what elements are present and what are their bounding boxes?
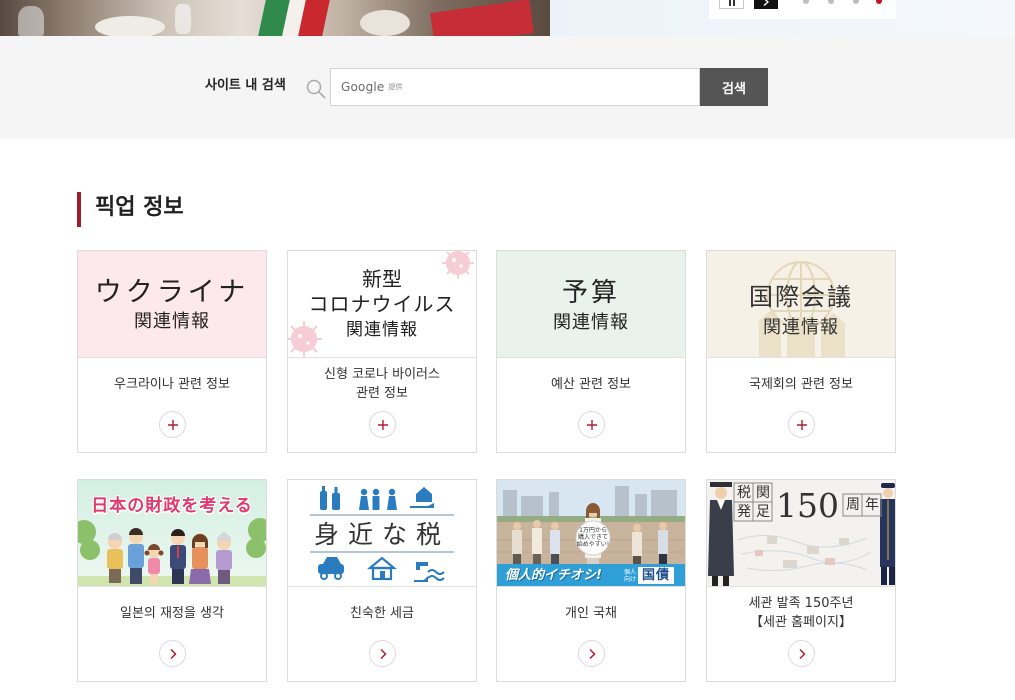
chevron-right-icon [588, 648, 596, 659]
chevron-right-icon [169, 648, 177, 659]
banner-subtitle: 関連情報 [346, 320, 418, 340]
plus-icon [377, 419, 388, 430]
slider-dot[interactable] [853, 0, 859, 4]
plus-icon [167, 419, 178, 430]
banner-title: 予算 [561, 278, 620, 308]
slider-next-button[interactable] [754, 0, 778, 9]
plus-icon [796, 419, 807, 430]
sign-text: 1万円から 購入できて 始めやすい! [576, 527, 610, 548]
pickup-card-budget[interactable]: 予算 関連情報 예산 관련 정보 [496, 250, 686, 453]
anniversary-number: 150 [776, 486, 839, 525]
card-label: 일본의 재정을 생각 [120, 605, 224, 621]
card-label: 신형 코로나 바이러스 관련 정보 [324, 367, 440, 401]
bonds-logo-prefix: 個人 向け [624, 569, 636, 583]
card-label: 세관 발족 150주년 【세관 홈페이지】 [748, 596, 854, 630]
card-plus-button[interactable] [159, 411, 186, 438]
card-plus-button[interactable] [788, 411, 815, 438]
slider-dot[interactable] [828, 0, 834, 4]
glass-shape [175, 4, 191, 34]
card-more-button[interactable] [159, 640, 186, 667]
pickup-card-coronavirus[interactable]: 新型 コロナウイルス 関連情報 신형 코로나 바이러스 관련 정보 [287, 250, 477, 453]
card-more-button[interactable] [369, 640, 396, 667]
search-input[interactable]: Google 提供 [330, 68, 700, 106]
hero-banner [0, 0, 1015, 36]
slider-dot[interactable] [803, 0, 809, 4]
banner-subtitle: 関連情報 [134, 311, 210, 332]
chevron-right-icon [763, 0, 769, 6]
ukraine-banner-image: ウクライナ 関連情報 [78, 251, 266, 358]
card-label: 개인 국채 [565, 605, 617, 621]
google-provider-name: Google [341, 80, 385, 94]
sign-line: 購入できて [577, 534, 608, 541]
individual-bonds-banner-image: 1万円から 購入できて 始めやすい! 個人的イチオシ! 個人 向け 国債 [497, 480, 685, 587]
card-more-button[interactable] [788, 640, 815, 667]
search-button[interactable]: 검색 [700, 68, 768, 106]
banner-title: 新型 [362, 267, 402, 291]
pickup-card-familiar-tax[interactable]: 身近な税 친숙한 세금 [287, 479, 477, 682]
sign-line: 1万円から [579, 527, 607, 534]
bonds-logo: 国債 [638, 567, 675, 584]
section-heading-bar [77, 192, 81, 227]
pickup-card-ukraine[interactable]: ウクライナ 関連情報 우크라이나 관련 정보 [77, 250, 267, 453]
chevron-right-icon [798, 648, 806, 659]
plate-shape [95, 16, 165, 36]
title-char: 関 [756, 485, 770, 501]
plus-icon [586, 419, 597, 430]
slider-controls [709, 0, 896, 19]
banner-title: 個人的イチオシ! [505, 568, 602, 583]
card-label: 국제회의 관련 정보 [749, 376, 853, 392]
hero-photo [0, 0, 550, 36]
title-char: 年 [865, 497, 879, 513]
budget-banner-image: 予算 関連情報 [497, 251, 685, 358]
pickup-card-individual-bonds[interactable]: 1万円から 購入できて 始めやすい! 個人的イチオシ! 個人 向け 国債 개인 … [496, 479, 686, 682]
glass-shape [18, 6, 44, 36]
pickup-card-japan-finance[interactable]: 日本の財政を考える 일본의 재정을 생각 [77, 479, 267, 682]
site-search-band: 사이트 내 검색 Google 提供 검색 [0, 36, 1015, 139]
slider-dot-active[interactable] [876, 0, 882, 4]
pickup-card-customs-150th[interactable]: 税 関 発 足 150 周 年 세관 발족 150주년 【세관 홈페이지】 [706, 479, 896, 682]
chevron-right-icon [379, 648, 387, 659]
card-plus-button[interactable] [578, 411, 605, 438]
card-label: 예산 관련 정보 [550, 376, 632, 392]
section-heading: 픽업 정보 [95, 195, 184, 220]
title-char: 税 [737, 485, 751, 501]
search-label: 사이트 내 검색 [205, 78, 286, 93]
title-char: 発 [737, 504, 751, 520]
banner-title: 身近な税 [313, 520, 450, 549]
banner-subtitle: 関連情報 [763, 317, 839, 338]
customs-150th-banner-image: 税 関 発 足 150 周 年 [707, 480, 895, 587]
slider-pause-button[interactable] [719, 0, 744, 9]
table-sign [430, 0, 534, 36]
international-conference-banner-image: 国際会議 関連情報 [707, 251, 895, 358]
pickup-card-international-conference[interactable]: 国際会議 関連情報 국제회의 관련 정보 [706, 250, 896, 453]
card-plus-button[interactable] [369, 411, 396, 438]
card-more-button[interactable] [578, 640, 605, 667]
coronavirus-banner-image: 新型 コロナウイルス 関連情報 [288, 251, 476, 358]
banner-title: 国際会議 [749, 283, 853, 311]
logo-line: 向け [624, 576, 637, 583]
pause-icon [728, 0, 735, 6]
banner-title: コロナウイルス [308, 292, 456, 316]
title-char: 周 [846, 497, 860, 513]
card-label: 친숙한 세금 [350, 605, 414, 621]
plate-shape [360, 10, 410, 36]
japan-finance-banner-image: 日本の財政を考える [78, 480, 266, 587]
sign-line: 始めやすい! [576, 541, 610, 548]
banner-subtitle: 関連情報 [553, 312, 629, 333]
banner-title: ウクライナ [94, 277, 250, 308]
search-icon [306, 79, 326, 99]
familiar-tax-banner-image: 身近な税 [288, 480, 476, 587]
title-char: 足 [756, 504, 770, 520]
logo-line: 個人 [624, 569, 637, 576]
banner-title: 日本の財政を考える [91, 496, 253, 516]
card-label: 우크라이나 관련 정보 [114, 376, 230, 392]
google-provider-suffix: 提供 [388, 83, 403, 91]
